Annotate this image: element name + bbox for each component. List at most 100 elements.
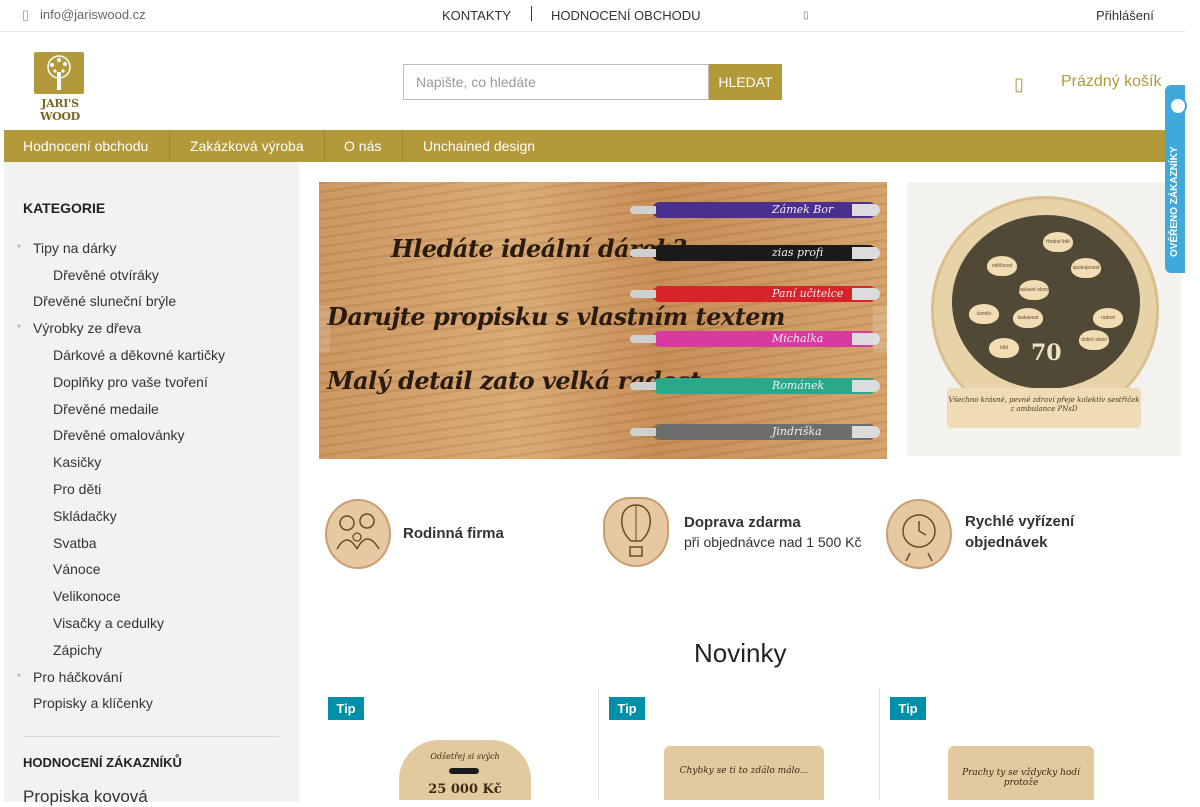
category-label: Pro děti <box>53 481 102 497</box>
category-label: Dřevěné sluneční brýle <box>33 293 177 309</box>
email-link[interactable]: ▯ info@jariswood.cz <box>22 7 146 23</box>
cart-label[interactable]: Prázdný košík <box>1061 73 1161 91</box>
pen-engraving: Jindriška <box>772 425 822 438</box>
bullet-icon: ■ <box>17 244 21 250</box>
nav-item-shop-rating[interactable]: Hodnocení obchodu <box>23 130 148 162</box>
search-input[interactable] <box>403 64 709 100</box>
category-label: Doplňky pro vaše tvoření <box>53 374 208 390</box>
search-button[interactable]: HLEDAT <box>709 64 782 100</box>
pen-red: Paní učitelce <box>630 286 880 302</box>
hero-banner[interactable]: Hledáte ideální dárek? Darujte propisku … <box>319 182 887 459</box>
new-products-heading: Novinky <box>694 638 787 668</box>
age-number: 70 <box>1031 340 1062 366</box>
heart-tag: vděčnost <box>987 256 1017 276</box>
tip-badge: Tip <box>328 697 364 720</box>
category-label: Dřevěné medaile <box>53 401 159 417</box>
category-kids[interactable]: Pro děti <box>53 481 101 497</box>
product-image-text: Prachy ty se vždycky hodí protože <box>962 768 1080 788</box>
review-product-link[interactable]: Propiska kovová <box>23 787 148 807</box>
side-banner[interactable]: Hodné lidé vděčnost spokojenost laskavé … <box>907 182 1181 456</box>
category-bottle-openers[interactable]: Dřevěné otvíráky <box>53 267 159 283</box>
feature-title-line2: objednávek <box>965 534 1048 551</box>
category-label: Svatba <box>53 535 97 551</box>
heart-tag: radost <box>1093 308 1123 328</box>
reviews-heading: HODNOCENÍ ZÁKAZNÍKŮ <box>23 755 182 770</box>
cart-icon[interactable]: ▯ <box>1014 74 1024 95</box>
tree-logo-icon <box>34 52 84 94</box>
pen-engraving: zias profi <box>772 246 824 259</box>
nav-item-unchained-design[interactable]: Unchained design <box>423 130 535 162</box>
settings-icon[interactable]: ▯ <box>803 10 809 21</box>
product-divider <box>598 688 599 800</box>
clock-icon <box>886 499 952 569</box>
product-image-text: Odšetřej si svých <box>430 752 500 761</box>
nav-item-custom-production[interactable]: Zakázková výroba <box>190 130 304 162</box>
heart-tag: laskavé slovo <box>1019 280 1049 300</box>
pen-green: Románek <box>630 378 880 394</box>
nav-divider <box>169 130 170 162</box>
verified-customers-badge[interactable]: OVĚŘENO ZÁKAZNÍKY <box>1165 85 1187 273</box>
pen-engraving: Románek <box>772 379 825 392</box>
carousel-prev-button[interactable] <box>300 306 330 352</box>
email-text: info@jariswood.cz <box>40 7 146 22</box>
banner-line-3: Malý detail zato velká radost <box>327 366 701 395</box>
feature-title: Rychlé vyřízení <box>965 513 1075 530</box>
search-form: HLEDAT <box>403 64 782 100</box>
category-tags-signs[interactable]: Visačky a cedulky <box>53 615 164 631</box>
category-puzzles[interactable]: Skládačky <box>53 508 117 524</box>
heart-tag: laskavost <box>1013 308 1043 328</box>
badge-text: OVĚŘENO ZÁKAZNÍKY <box>1169 146 1180 257</box>
category-label: Propisky a klíčenky <box>33 695 153 711</box>
banner-line-2: Darujte propisku s vlastním textem <box>327 302 785 331</box>
category-easter[interactable]: Velikonoce <box>53 588 121 604</box>
hot-air-balloon-icon <box>603 497 669 567</box>
tip-badge: Tip <box>890 697 926 720</box>
login-link[interactable]: Přihlášení <box>1096 8 1154 23</box>
category-label: Velikonoce <box>53 588 121 604</box>
shop-rating-link[interactable]: HODNOCENÍ OBCHODU <box>551 8 701 23</box>
carousel-next-button[interactable] <box>873 306 903 352</box>
tip-badge: Tip <box>609 697 645 720</box>
main-nav: Hodnocení obchodu Zakázková výroba O nás… <box>4 130 1185 162</box>
category-picks[interactable]: Zápichy <box>53 642 102 658</box>
category-christmas[interactable]: Vánoce <box>53 561 100 577</box>
category-wedding[interactable]: Svatba <box>53 535 97 551</box>
bullet-icon: ■ <box>17 673 21 679</box>
product-image-money-frame[interactable]: Prachy ty se vždycky hodí protože <box>948 746 1094 800</box>
logo[interactable]: JARI'S WOOD <box>25 50 95 123</box>
category-money-boxes[interactable]: Kasičky <box>53 454 101 470</box>
pen-purple: Zámek Bor <box>630 202 880 218</box>
product-price-text: 25 000 Kč <box>428 782 502 797</box>
category-craft-supplies[interactable]: Doplňky pro vaše tvoření <box>53 374 208 390</box>
pen-black: zias profi <box>630 245 880 261</box>
header: JARI'S WOOD HLEDAT ▯ Prázdný košík <box>0 32 1185 130</box>
category-label: Tipy na dárky <box>33 240 117 256</box>
category-medals[interactable]: Dřevěné medaile <box>53 401 159 417</box>
category-wood-products[interactable]: ■ Výrobky ze dřeva <box>17 320 142 336</box>
category-label: Výrobky ze dřeva <box>33 320 142 336</box>
feature-subtitle: při objednávce nad 1 500 Kč <box>684 534 862 550</box>
category-crochet[interactable]: ■ Pro háčkování <box>17 669 123 685</box>
category-label: Visačky a cedulky <box>53 615 165 631</box>
contacts-link[interactable]: KONTAKTY <box>442 8 511 23</box>
family-icon <box>325 499 391 569</box>
pen-gray: Jindriška <box>630 424 880 440</box>
category-gift-tips[interactable]: ■ Tipy na dárky <box>17 240 117 256</box>
top-bar: ▯ info@jariswood.cz KONTAKTY HODNOCENÍ OB… <box>0 0 1185 32</box>
nav-divider <box>402 130 403 162</box>
heart-tag: spokojenost <box>1071 258 1101 278</box>
product-image-money-box[interactable]: Odšetřej si svých 25 000 Kč <box>399 740 531 800</box>
phone-icon: ▯ <box>22 7 30 22</box>
category-coloring[interactable]: Dřevěné omalovánky <box>53 427 185 443</box>
category-sunglasses[interactable]: Dřevěné sluneční brýle <box>33 293 176 309</box>
heart-tag: dobré slovo <box>1079 330 1109 350</box>
category-sidebar: KATEGORIE ■ Tipy na dárky Dřevěné otvírák… <box>4 162 299 806</box>
category-pens-keychains[interactable]: Propisky a klíčenky <box>33 695 153 711</box>
tree-plaque-text: Všechno krásné, pevné zdraví přeje kolek… <box>947 388 1141 428</box>
pen-engraving: Michalka <box>772 332 824 345</box>
category-label: Dřevěné otvíráky <box>53 267 159 283</box>
category-gift-cards[interactable]: Dárkové a děkovné kartičky <box>53 347 225 363</box>
nav-item-about[interactable]: O nás <box>344 130 381 162</box>
product-image-glasses-frame[interactable]: Chybky se ti to zdálo málo... <box>664 746 824 800</box>
product-divider <box>879 688 880 800</box>
